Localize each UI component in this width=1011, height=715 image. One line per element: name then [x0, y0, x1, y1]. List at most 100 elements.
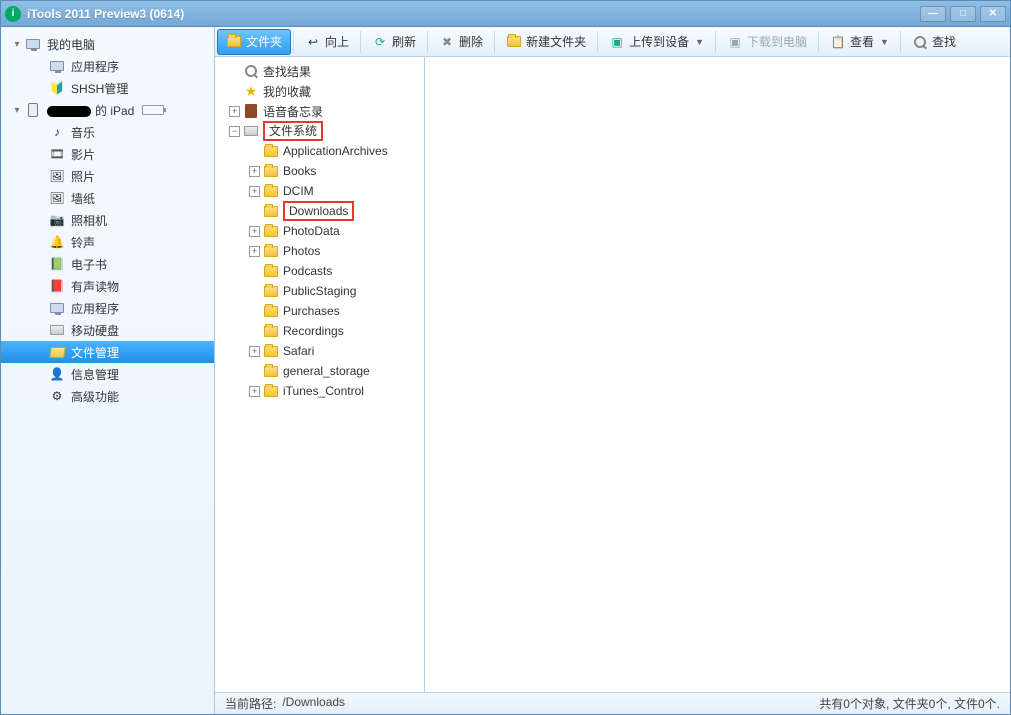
sidebar-item-movies[interactable]: 🎞影片 [1, 143, 214, 165]
app-icon [49, 300, 65, 316]
drive-icon [243, 123, 259, 139]
music-icon: ♪ [49, 124, 65, 140]
toolbar-view-button[interactable]: 📋查看▼ [821, 29, 898, 55]
btn-label: 向上 [325, 33, 349, 50]
spacer [249, 146, 260, 157]
status-summary: 共有0个对象, 文件夹0个, 文件0个. [819, 695, 1000, 712]
tree-node-folder[interactable]: Recordings [215, 321, 424, 341]
view-icon: 📋 [830, 34, 846, 50]
sidebar-item-apps-device[interactable]: 应用程序 [1, 297, 214, 319]
toolbar-up-button[interactable]: ↩向上 [296, 29, 358, 55]
toolbar-find-button[interactable]: 查找 [903, 29, 965, 55]
tree-label-highlighted: Downloads [283, 201, 354, 221]
btn-label: 新建文件夹 [526, 33, 586, 50]
sidebar-item-ringtones[interactable]: 🔔铃声 [1, 231, 214, 253]
sidebar-item-apps-pc[interactable]: 应用程序 [1, 55, 214, 77]
sidebar-label: 有声读物 [71, 278, 119, 295]
folder-icon [263, 283, 279, 299]
sidebar-item-info-manager[interactable]: 👤信息管理 [1, 363, 214, 385]
tree-node-folder[interactable]: Podcasts [215, 261, 424, 281]
tree-label: Books [283, 164, 316, 178]
btn-label: 删除 [459, 33, 483, 50]
expander-icon[interactable]: + [249, 346, 260, 357]
close-button[interactable]: ✕ [980, 6, 1006, 22]
sidebar-item-mobile-disk[interactable]: 移动硬盘 [1, 319, 214, 341]
expander-icon[interactable]: ▾ [11, 38, 23, 50]
sidebar-item-shsh[interactable]: 🔰 SHSH管理 [1, 77, 214, 99]
expander-icon[interactable]: + [249, 386, 260, 397]
folder-icon [263, 143, 279, 159]
tree-node-voice-memos[interactable]: +语音备忘录 [215, 101, 424, 121]
tree-node-folder[interactable]: Purchases [215, 301, 424, 321]
spacer [249, 206, 260, 217]
tree-label: ApplicationArchives [283, 144, 388, 158]
sidebar-item-audiobooks[interactable]: 📕有声读物 [1, 275, 214, 297]
tree-node-filesystem[interactable]: −文件系统 [215, 121, 424, 141]
separator [494, 31, 495, 53]
tree-node-folder[interactable]: +Photos [215, 241, 424, 261]
toolbar-download-button[interactable]: ▣下载到电脑 [718, 29, 816, 55]
tree-node-downloads[interactable]: Downloads [215, 201, 424, 221]
spacer [229, 66, 240, 77]
btn-label: 文件夹 [246, 33, 282, 50]
sidebar-item-ebooks[interactable]: 📗电子书 [1, 253, 214, 275]
spacer [249, 286, 260, 297]
spacer [249, 266, 260, 277]
sidebar-item-photos[interactable]: 🖼照片 [1, 165, 214, 187]
sidebar-label: 影片 [71, 146, 95, 163]
status-path-value: /Downloads [282, 695, 345, 712]
tree-node-folder[interactable]: general_storage [215, 361, 424, 381]
tree-node-folder[interactable]: + Books [215, 161, 424, 181]
tree-node-folder[interactable]: +DCIM [215, 181, 424, 201]
folder-icon [263, 383, 279, 399]
folder-icon [263, 343, 279, 359]
sidebar-label: 照片 [71, 168, 95, 185]
sidebar-item-camera[interactable]: 📷照相机 [1, 209, 214, 231]
tree-label: general_storage [283, 364, 370, 378]
tree-node-favorites[interactable]: ★我的收藏 [215, 81, 424, 101]
folder-icon [263, 183, 279, 199]
computer-icon [25, 36, 41, 52]
toolbar-folder-button[interactable]: 文件夹 [217, 29, 291, 55]
device-icon [25, 102, 41, 118]
sidebar-item-music[interactable]: ♪音乐 [1, 121, 214, 143]
expander-icon[interactable]: + [249, 186, 260, 197]
tree-node-folder[interactable]: +Safari [215, 341, 424, 361]
btn-label: 下载到电脑 [747, 33, 807, 50]
sidebar-item-file-manager[interactable]: 文件管理 [1, 341, 214, 363]
btn-label: 查看 [850, 33, 874, 50]
folder-icon [49, 344, 65, 360]
expander-icon[interactable]: + [249, 166, 260, 177]
tree-node-folder[interactable]: +PhotoData [215, 221, 424, 241]
sidebar-node-my-computer[interactable]: ▾ 我的电脑 [1, 33, 214, 55]
separator [293, 31, 294, 53]
sidebar-item-wallpaper[interactable]: 🖼墙纸 [1, 187, 214, 209]
toolbar-refresh-button[interactable]: ⟳刷新 [363, 29, 425, 55]
folder-icon [263, 203, 279, 219]
expander-icon[interactable]: + [249, 226, 260, 237]
tree-node-folder[interactable]: PublicStaging [215, 281, 424, 301]
sidebar-label: 信息管理 [71, 366, 119, 383]
device-suffix: 的 iPad [95, 104, 134, 118]
sidebar-item-advanced[interactable]: ⚙高级功能 [1, 385, 214, 407]
sidebar-device-label: 的 iPad [47, 102, 134, 119]
download-icon: ▣ [727, 34, 743, 50]
toolbar-delete-button[interactable]: ✖删除 [430, 29, 492, 55]
refresh-icon: ⟳ [372, 34, 388, 50]
expander-icon[interactable]: + [249, 246, 260, 257]
sidebar-node-device[interactable]: ▾ 的 iPad [1, 99, 214, 121]
expander-icon[interactable]: − [229, 126, 240, 137]
expander-icon[interactable]: + [229, 106, 240, 117]
tree-node-folder[interactable]: +iTunes_Control [215, 381, 424, 401]
sidebar-label: 文件管理 [71, 344, 119, 361]
toolbar-new-folder-button[interactable]: 新建文件夹 [497, 29, 595, 55]
tree-node-search-results[interactable]: 查找结果 [215, 61, 424, 81]
expander-icon[interactable]: ▾ [11, 104, 23, 116]
maximize-button[interactable]: □ [950, 6, 976, 22]
tree-label: Podcasts [283, 264, 332, 278]
toolbar-upload-button[interactable]: ▣上传到设备▼ [600, 29, 713, 55]
file-list-pane[interactable] [425, 57, 1010, 692]
minimize-button[interactable]: — [920, 6, 946, 22]
tree-node-folder[interactable]: ApplicationArchives [215, 141, 424, 161]
new-folder-icon [506, 34, 522, 50]
